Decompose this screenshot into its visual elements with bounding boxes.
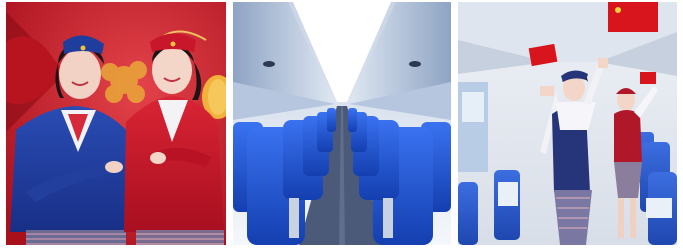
- cabin-aisle-image: [233, 2, 451, 245]
- photo-cabin-aisle: [233, 2, 451, 245]
- cabin-decoration-image: [458, 2, 677, 245]
- photo-cabin-decoration: [458, 2, 677, 245]
- photo-crew-portrait: [6, 2, 226, 245]
- crew-portrait-image: [6, 2, 226, 245]
